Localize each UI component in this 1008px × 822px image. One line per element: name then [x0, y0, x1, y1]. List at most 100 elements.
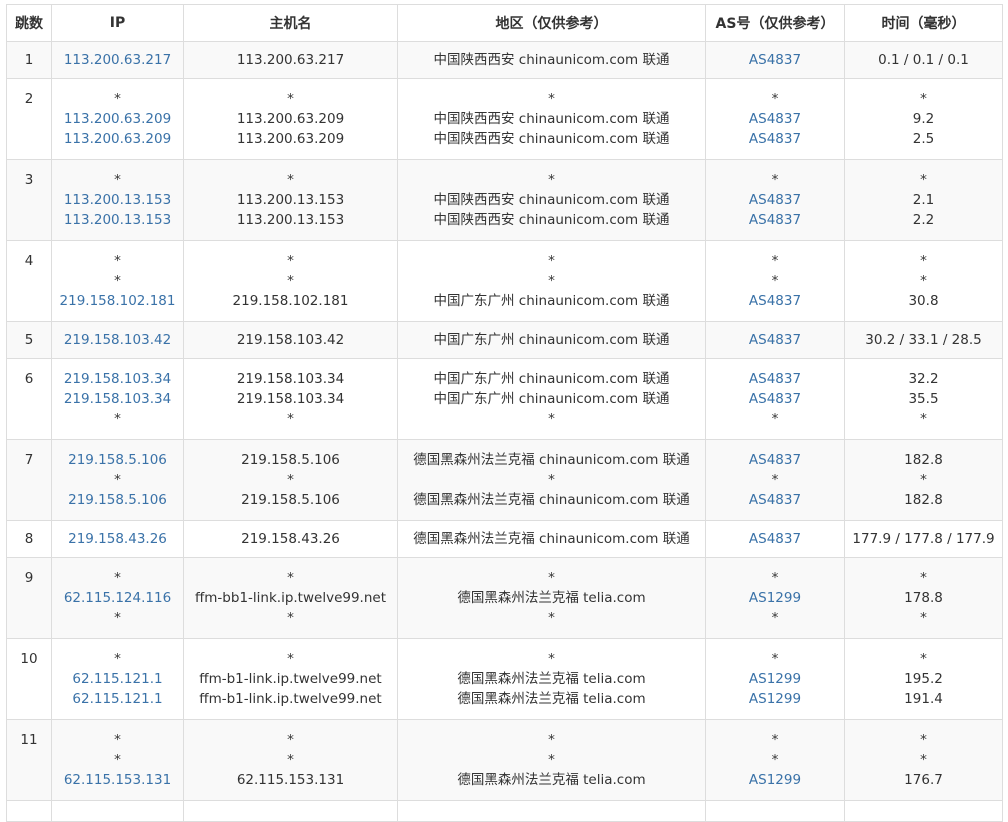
- ip-link[interactable]: 62.115.121.1: [52, 669, 183, 689]
- region-value: 德国黑森州法兰克福 telia.com: [457, 590, 646, 606]
- time-value: 182.8: [904, 492, 943, 508]
- cell-hostname: 219.158.103.42: [183, 321, 398, 359]
- region-value: 德国黑森州法兰克福 chinaunicom.com 联通: [413, 531, 690, 547]
- time-value: 0.1 / 0.1 / 0.1: [878, 52, 969, 68]
- asn-link[interactable]: AS1299: [706, 770, 844, 790]
- time-value: *: [920, 91, 927, 107]
- asn-link[interactable]: AS4837: [706, 330, 844, 350]
- hop-number: 3: [24, 172, 34, 188]
- cell-hostname: * 113.200.63.209 113.200.63.209: [183, 78, 398, 160]
- ip-link[interactable]: 219.158.103.34: [52, 369, 183, 389]
- region-value: *: [548, 411, 555, 427]
- hop-number: 7: [24, 452, 34, 468]
- ip-link[interactable]: 219.158.103.34: [52, 389, 183, 409]
- time-value: 178.8: [904, 590, 943, 606]
- cell-hop: 1: [6, 41, 52, 79]
- asn-value: *: [771, 570, 779, 586]
- cell-ip: 219.158.5.106 * 219.158.5.106: [51, 439, 184, 521]
- asn-value: *: [771, 732, 779, 748]
- cell-region: * 德国黑森州法兰克福 telia.com 德国黑森州法兰克福 telia.com: [397, 638, 706, 720]
- host-value: *: [287, 570, 294, 586]
- ip-link[interactable]: 113.200.63.209: [52, 109, 183, 129]
- cell-ip: * 62.115.121.1 62.115.121.1: [51, 638, 184, 720]
- region-value: 中国广东广州 chinaunicom.com 联通: [433, 332, 670, 348]
- host-value: *: [287, 411, 294, 427]
- table-row: 2 * 113.200.63.209 113.200.63.209 * 113.200.6…: [6, 78, 1003, 160]
- time-value: *: [920, 651, 927, 667]
- header-hop: 跳数: [6, 4, 52, 42]
- cell-empty: [397, 800, 706, 822]
- host-value: 219.158.103.34: [236, 371, 345, 387]
- table-row: 8 219.158.43.26 219.158.43.26 德国黑森州法兰克福 chi…: [6, 520, 1003, 558]
- cell-hostname: 113.200.63.217: [183, 41, 398, 79]
- time-value: 182.8: [904, 452, 943, 468]
- asn-link[interactable]: AS4837: [706, 369, 844, 389]
- asn-value: *: [771, 273, 779, 289]
- table-row: 6 219.158.103.34 219.158.103.34 * 219.158.10…: [6, 358, 1003, 440]
- asn-value: *: [771, 651, 779, 667]
- cell-region: * * 德国黑森州法兰克福 telia.com: [397, 719, 706, 801]
- asn-value: *: [771, 91, 779, 107]
- region-value: *: [548, 651, 555, 667]
- cell-hostname: 219.158.43.26: [183, 520, 398, 558]
- hop-number: 8: [24, 531, 34, 547]
- ip-link[interactable]: 113.200.63.209: [52, 129, 183, 149]
- ip-link[interactable]: 219.158.5.106: [52, 450, 183, 470]
- time-value: *: [920, 732, 927, 748]
- region-value: *: [548, 752, 555, 768]
- ip-link[interactable]: 219.158.102.181: [52, 291, 183, 311]
- ip-link[interactable]: 219.158.5.106: [52, 490, 183, 510]
- asn-link[interactable]: AS1299: [706, 588, 844, 608]
- ip-link[interactable]: 62.115.124.116: [52, 588, 183, 608]
- cell-time: 182.8 * 182.8: [844, 439, 1003, 521]
- cell-hop: 8: [6, 520, 52, 558]
- asn-link[interactable]: AS4837: [706, 490, 844, 510]
- ip-link[interactable]: 113.200.63.217: [52, 50, 183, 70]
- ip-value: *: [114, 472, 121, 488]
- asn-value: *: [771, 253, 779, 269]
- region-value: 中国陕西西安 chinaunicom.com 联通: [433, 52, 670, 68]
- table-row: 11 * * 62.115.153.131 * * 62.115.153.131 * * 德国黑森…: [6, 719, 1003, 801]
- cell-time: * 9.2 2.5: [844, 78, 1003, 160]
- host-value: 62.115.153.131: [236, 772, 345, 788]
- asn-link[interactable]: AS4837: [706, 529, 844, 549]
- ip-link[interactable]: 62.115.121.1: [52, 689, 183, 709]
- host-value: 219.158.5.106: [241, 492, 340, 508]
- ip-link[interactable]: 219.158.43.26: [52, 529, 183, 549]
- asn-link[interactable]: AS4837: [706, 450, 844, 470]
- ip-value: *: [114, 91, 121, 107]
- host-value: 219.158.102.181: [232, 293, 349, 309]
- ip-link[interactable]: 62.115.153.131: [52, 770, 183, 790]
- hop-number: 10: [20, 651, 38, 667]
- cell-region: 德国黑森州法兰克福 chinaunicom.com 联通: [397, 520, 706, 558]
- time-value: *: [920, 253, 927, 269]
- asn-link[interactable]: AS1299: [706, 689, 844, 709]
- asn-link[interactable]: AS1299: [706, 669, 844, 689]
- time-value: *: [920, 411, 927, 427]
- asn-link[interactable]: AS4837: [706, 50, 844, 70]
- ip-link[interactable]: 113.200.13.153: [52, 210, 183, 230]
- header-hostname: 主机名: [183, 4, 398, 42]
- cell-region: 中国广东广州 chinaunicom.com 联通: [397, 321, 706, 359]
- asn-link[interactable]: AS4837: [706, 291, 844, 311]
- ip-link[interactable]: 113.200.13.153: [52, 190, 183, 210]
- asn-link[interactable]: AS4837: [706, 190, 844, 210]
- ip-link[interactable]: 219.158.103.42: [52, 330, 183, 350]
- asn-link[interactable]: AS4837: [706, 210, 844, 230]
- cell-hop: 10: [6, 638, 52, 720]
- ip-value: *: [114, 253, 121, 269]
- region-value: *: [548, 610, 555, 626]
- asn-link[interactable]: AS4837: [706, 109, 844, 129]
- host-value: 113.200.13.153: [236, 212, 345, 228]
- cell-time: * 178.8 *: [844, 557, 1003, 639]
- asn-link[interactable]: AS4837: [706, 389, 844, 409]
- header-asn: AS号（仅供参考）: [705, 4, 845, 42]
- host-value: ffm-bb1-link.ip.twelve99.net: [194, 590, 386, 606]
- time-value: 2.2: [912, 212, 935, 228]
- ip-value: *: [114, 411, 121, 427]
- cell-ip: * 113.200.13.153 113.200.13.153: [51, 159, 184, 241]
- asn-link[interactable]: AS4837: [706, 129, 844, 149]
- host-value: 219.158.103.34: [236, 391, 345, 407]
- cell-empty: [6, 800, 52, 822]
- asn-value: *: [771, 472, 779, 488]
